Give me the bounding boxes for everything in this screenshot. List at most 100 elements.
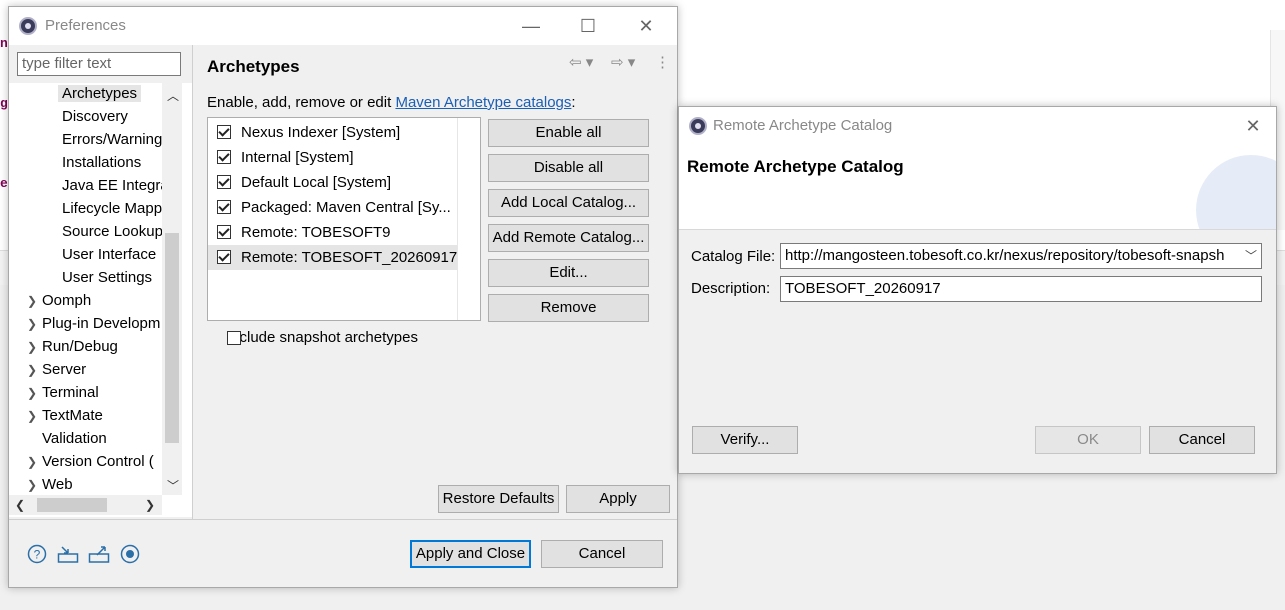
- scroll-left-icon[interactable]: ❮: [15, 498, 25, 512]
- back-arrow-icon[interactable]: ⇦ ▾: [569, 53, 593, 71]
- tree-item-archetypes[interactable]: Archetypes: [58, 83, 142, 105]
- export-icon[interactable]: [88, 544, 110, 563]
- chevron-right-icon[interactable]: ❯: [27, 455, 37, 469]
- chevron-right-icon[interactable]: ❯: [27, 386, 37, 400]
- catalog-checkbox[interactable]: [217, 225, 231, 239]
- description-label: Description:: [691, 280, 771, 297]
- chevron-right-icon[interactable]: ❯: [27, 294, 37, 308]
- remove-button[interactable]: Remove: [488, 294, 649, 322]
- header-banner-graphic: [1196, 155, 1276, 229]
- scrollbar-thumb[interactable]: [37, 498, 107, 512]
- cancel-button[interactable]: Cancel: [541, 540, 663, 568]
- tree-item[interactable]: Validation: [42, 428, 107, 450]
- catalog-file-label: Catalog File:: [691, 248, 776, 265]
- code-fragment: e: [0, 176, 8, 191]
- catalog-row[interactable]: Packaged: Maven Central [Sy...: [208, 195, 458, 220]
- catalog-checkbox[interactable]: [217, 200, 231, 214]
- edit-button[interactable]: Edit...: [488, 259, 649, 287]
- eclipse-app-icon: [689, 117, 707, 135]
- tree-item[interactable]: Errors/Warning: [62, 129, 162, 151]
- catalog-checkbox[interactable]: [217, 175, 231, 189]
- disable-all-button[interactable]: Disable all: [488, 154, 649, 182]
- filter-input[interactable]: type filter text: [17, 52, 181, 76]
- scroll-down-icon[interactable]: ﹀: [167, 477, 179, 494]
- remote-catalog-title: Remote Archetype Catalog: [713, 117, 893, 134]
- preferences-dialog: Preferences — ☐ ✕ type filter text Arche…: [8, 6, 678, 588]
- import-icon[interactable]: [57, 544, 79, 563]
- sash-divider[interactable]: [192, 45, 193, 519]
- include-snapshot-option[interactable]: Include snapshot archetypes: [207, 329, 418, 346]
- scroll-up-icon[interactable]: ︿: [167, 87, 179, 104]
- tree-item[interactable]: Terminal: [42, 382, 99, 404]
- minimize-icon[interactable]: —: [514, 13, 548, 39]
- page-description: Enable, add, remove or edit Maven Archet…: [207, 94, 576, 111]
- catalog-file-combo[interactable]: http://mangosteen.tobesoft.co.kr/nexus/r…: [780, 243, 1262, 269]
- record-icon[interactable]: [120, 544, 140, 564]
- enable-all-button[interactable]: Enable all: [488, 119, 649, 147]
- tree-item[interactable]: Server: [42, 359, 86, 381]
- catalog-label: Default Local [System]: [241, 174, 392, 191]
- restore-defaults-button[interactable]: Restore Defaults: [438, 485, 559, 513]
- include-snapshot-checkbox[interactable]: [227, 331, 241, 345]
- add-remote-catalog-button[interactable]: Add Remote Catalog...: [488, 224, 649, 252]
- tree-item[interactable]: TextMate: [42, 405, 103, 427]
- maven-catalogs-link[interactable]: Maven Archetype catalogs: [395, 94, 571, 111]
- include-snapshot-label: Include snapshot archetypes: [227, 329, 418, 346]
- maximize-icon[interactable]: ☐: [571, 13, 605, 39]
- tree-item[interactable]: Web: [42, 474, 73, 496]
- chevron-right-icon[interactable]: ❯: [27, 317, 37, 331]
- verify-button[interactable]: Verify...: [692, 426, 798, 454]
- cancel-button[interactable]: Cancel: [1149, 426, 1255, 454]
- tree-item[interactable]: User Interface: [62, 244, 156, 266]
- remote-catalog-dialog: Remote Archetype Catalog ✕ Remote Archet…: [678, 106, 1277, 474]
- preferences-titlebar[interactable]: Preferences — ☐ ✕: [9, 7, 677, 45]
- chevron-right-icon[interactable]: ❯: [27, 409, 37, 423]
- description-colon: :: [571, 94, 576, 111]
- scrollbar-thumb[interactable]: [165, 233, 179, 443]
- close-icon[interactable]: ✕: [629, 13, 663, 39]
- catalog-label: Remote: TOBESOFT9: [241, 224, 391, 241]
- eclipse-app-icon: [19, 17, 37, 35]
- apply-button[interactable]: Apply: [566, 485, 670, 513]
- catalog-list-scrollbar[interactable]: [457, 118, 480, 320]
- chevron-right-icon[interactable]: ❯: [27, 478, 37, 492]
- add-local-catalog-button[interactable]: Add Local Catalog...: [488, 189, 649, 217]
- code-fragment: n: [0, 36, 8, 51]
- tree-item[interactable]: Java EE Integra: [62, 175, 169, 197]
- help-icon[interactable]: ?: [27, 544, 47, 564]
- preferences-title: Preferences: [45, 17, 126, 34]
- catalog-row[interactable]: Nexus Indexer [System]: [208, 120, 458, 145]
- catalog-row[interactable]: Remote: TOBESOFT9: [208, 220, 458, 245]
- tree-horizontal-scrollbar[interactable]: ❮ ❯: [9, 495, 162, 515]
- chevron-right-icon[interactable]: ❯: [27, 340, 37, 354]
- tree-item[interactable]: Discovery: [62, 106, 128, 128]
- tree-item[interactable]: Source Lookup: [62, 221, 163, 243]
- editor-background-right: [676, 0, 1276, 105]
- apply-and-close-button[interactable]: Apply and Close: [410, 540, 531, 568]
- chevron-down-icon[interactable]: ﹀: [1245, 244, 1257, 268]
- catalog-checkbox[interactable]: [217, 250, 231, 264]
- catalog-checkbox[interactable]: [217, 125, 231, 139]
- catalog-row[interactable]: Internal [System]: [208, 145, 458, 170]
- tree-item[interactable]: Lifecycle Mapp: [62, 198, 162, 220]
- tree-item[interactable]: Plug-in Developm: [42, 313, 160, 335]
- tree-item[interactable]: User Settings: [62, 267, 152, 289]
- forward-arrow-icon[interactable]: ⇨ ▾: [611, 53, 635, 71]
- description-field[interactable]: TOBESOFT_20260917: [780, 276, 1262, 302]
- catalog-row[interactable]: Default Local [System]: [208, 170, 458, 195]
- remote-catalog-header: Remote Archetype Catalog: [679, 145, 1276, 230]
- more-menu-icon[interactable]: ⋮: [655, 53, 670, 71]
- catalog-checkbox[interactable]: [217, 150, 231, 164]
- tree-item[interactable]: Run/Debug: [42, 336, 118, 358]
- remote-catalog-titlebar[interactable]: Remote Archetype Catalog ✕: [679, 107, 1276, 145]
- remote-catalog-heading: Remote Archetype Catalog: [687, 157, 904, 176]
- tree-item[interactable]: Version Control (: [42, 451, 154, 473]
- tree-vertical-scrollbar[interactable]: ︿ ﹀: [162, 83, 182, 495]
- catalog-row-selected[interactable]: Remote: TOBESOFT_20260917: [208, 245, 458, 270]
- scroll-right-icon[interactable]: ❯: [145, 498, 155, 512]
- tree-item[interactable]: Oomph: [42, 290, 91, 312]
- close-icon[interactable]: ✕: [1236, 113, 1270, 139]
- ok-button[interactable]: OK: [1035, 426, 1141, 454]
- tree-item[interactable]: Installations: [62, 152, 141, 174]
- chevron-right-icon[interactable]: ❯: [27, 363, 37, 377]
